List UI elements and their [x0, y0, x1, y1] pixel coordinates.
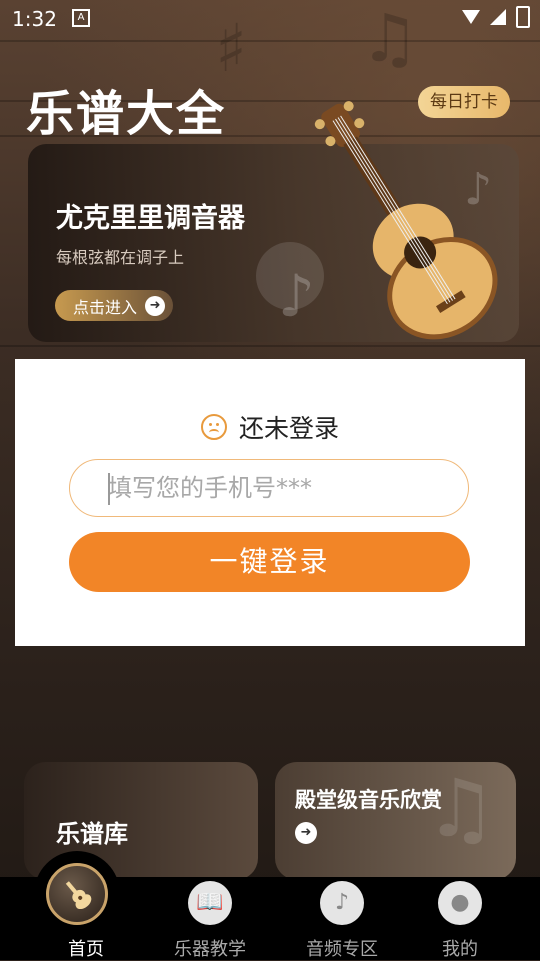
staff-line [0, 40, 540, 42]
login-status: 还未登录 [15, 409, 525, 445]
user-icon: ● [438, 881, 482, 925]
tab-instrument-teaching[interactable]: 📖 乐器教学 [150, 877, 270, 960]
phone-input[interactable] [69, 459, 469, 517]
tab-mine[interactable]: ● 我的 [400, 877, 520, 960]
status-icons [462, 6, 530, 28]
app-title: 乐谱大全 [26, 86, 227, 142]
tab-label: 首页 [68, 939, 104, 960]
book-icon: 📖 [188, 881, 232, 925]
login-status-text: 还未登录 [238, 414, 339, 443]
enter-button[interactable]: 点击进入 ➜ [55, 290, 174, 321]
sad-face-icon [200, 414, 227, 440]
tab-label: 音频专区 [306, 939, 378, 960]
arrow-right-icon: ➜ [145, 295, 166, 316]
status-time: 1:32 [12, 7, 57, 31]
status-bar: 1:32 A [0, 0, 540, 38]
tab-label: 我的 [442, 939, 478, 960]
wifi-icon [462, 10, 480, 24]
arrow-right-icon: ➜ [295, 822, 317, 844]
music-appreciation-title: 殿堂级音乐欣赏 [295, 788, 442, 812]
library-title: 乐谱库 [56, 820, 128, 848]
battery-icon [516, 6, 530, 28]
ukulele-icon [314, 101, 498, 340]
one-click-login-button[interactable]: 一键登录 [69, 532, 470, 592]
text-caret [108, 473, 110, 505]
music-note-icon: ♪ [320, 881, 364, 925]
enter-label: 点击进入 [73, 297, 138, 317]
a-notification-icon: A [72, 9, 90, 27]
banner-title: 尤克里里调音器 [56, 203, 245, 234]
music-appreciation-card[interactable]: ♫ 殿堂级音乐欣赏 ➜ [275, 762, 516, 880]
tab-label: 乐器教学 [174, 939, 246, 960]
banner-subtitle: 每根弦都在调子上 [56, 248, 185, 267]
signal-icon [490, 9, 506, 25]
home-tab-bubble[interactable] [34, 851, 120, 937]
guitar-icon [46, 863, 108, 925]
tab-audio-zone[interactable]: ♪ 音频专区 [282, 877, 402, 960]
login-card: 还未登录 一键登录 [15, 359, 525, 646]
